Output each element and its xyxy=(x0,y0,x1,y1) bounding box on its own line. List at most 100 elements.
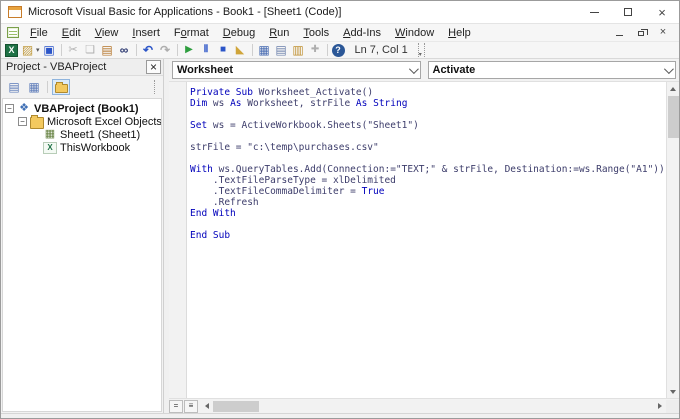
close-button[interactable]: × xyxy=(645,1,679,23)
run-sub-icon xyxy=(182,43,197,57)
project-panel-toolbar xyxy=(1,76,163,98)
toggle-folders-icon xyxy=(55,84,68,93)
vbe-app-icon xyxy=(8,6,22,18)
paste-button[interactable] xyxy=(99,42,116,58)
chevron-down-icon xyxy=(664,64,674,74)
code-keyword: With xyxy=(190,164,213,175)
menu-view[interactable]: View xyxy=(88,25,126,41)
horizontal-scrollbar[interactable] xyxy=(200,400,666,413)
insert-userform-icon xyxy=(20,43,35,57)
view-code-button[interactable] xyxy=(5,79,23,95)
procedure-dropdown-value: Activate xyxy=(433,64,476,76)
code-line xyxy=(190,131,664,142)
code-line xyxy=(190,153,664,164)
tree-item-sheet1-sheet1[interactable]: Sheet1 (Sheet1) xyxy=(5,128,159,141)
code-keyword: Sub xyxy=(236,87,253,98)
arrow-up-icon xyxy=(670,87,676,91)
object-dropdown[interactable]: Worksheet xyxy=(172,61,421,79)
tree-item-microsoft-excel-objects[interactable]: −Microsoft Excel Objects xyxy=(5,115,159,128)
code-line: Set ws = ActiveWorkbook.Sheets("Sheet1") xyxy=(190,120,664,131)
menu-tools[interactable]: Tools xyxy=(296,25,336,41)
reset-button[interactable] xyxy=(215,42,232,58)
code-keyword: Set xyxy=(190,120,207,131)
menu-bar: FileEditViewInsertFormatDebugRunToolsAdd… xyxy=(1,23,679,41)
menu-file[interactable]: File xyxy=(23,25,55,41)
undo-button[interactable] xyxy=(140,42,157,58)
tree-collapse-icon[interactable]: − xyxy=(5,104,14,113)
mdi-minimize-button[interactable] xyxy=(613,27,625,39)
mdi-window-controls: × xyxy=(613,27,679,39)
tree-collapse-icon[interactable]: − xyxy=(18,117,27,126)
properties-window-button[interactable] xyxy=(273,42,290,58)
mdi-close-button[interactable]: × xyxy=(657,27,669,39)
code-text: ws xyxy=(207,98,230,109)
horizontal-scroll-thumb[interactable] xyxy=(213,401,259,412)
tree-item-label: ThisWorkbook xyxy=(60,142,130,154)
code-keyword: String xyxy=(373,98,407,109)
toolbar-overflow-grip[interactable] xyxy=(418,43,425,57)
code-line: End Sub xyxy=(190,230,664,241)
find-button[interactable] xyxy=(116,42,133,58)
save-button[interactable] xyxy=(41,42,58,58)
project-panel-close-button[interactable]: × xyxy=(146,60,161,74)
help-icon xyxy=(332,44,345,57)
toggle-folders-button[interactable] xyxy=(52,79,70,95)
code-bottom-bar: =≡ xyxy=(169,398,679,413)
code-lines[interactable]: Private Sub Worksheet_Activate()Dim ws A… xyxy=(187,82,666,398)
mdi-restore-button[interactable] xyxy=(635,27,647,39)
worksheet-icon xyxy=(43,129,57,141)
code-text: .TextFileParseType = xlDelimited xyxy=(190,175,396,186)
code-keyword: True xyxy=(362,186,385,197)
menu-edit[interactable]: Edit xyxy=(55,25,88,41)
code-text: Worksheet, strFile xyxy=(242,98,356,109)
code-line xyxy=(190,109,664,120)
procedure-view-button[interactable]: = xyxy=(169,400,183,413)
tree-item-vbaproject-book1[interactable]: −VBAProject (Book1) xyxy=(5,102,159,115)
scroll-left-button[interactable] xyxy=(200,400,213,413)
code-line xyxy=(190,219,664,230)
break-button[interactable] xyxy=(198,42,215,58)
tree-item-label: Sheet1 (Sheet1) xyxy=(60,129,140,141)
toolbar-separator xyxy=(61,44,62,56)
title-bar: Microsoft Visual Basic for Applications … xyxy=(1,1,679,23)
code-text: Worksheet_Activate() xyxy=(253,87,373,98)
scroll-right-button[interactable] xyxy=(653,400,666,413)
project-explorer-button[interactable] xyxy=(256,42,273,58)
code-line: With ws.QueryTables.Add(Connection:="TEX… xyxy=(190,164,664,175)
menu-format[interactable]: Format xyxy=(167,25,216,41)
project-tree: −VBAProject (Book1)−Microsoft Excel Obje… xyxy=(2,98,162,412)
run-sub-button[interactable] xyxy=(181,42,198,58)
project-explorer-icon xyxy=(257,43,272,57)
scrollbar-corner xyxy=(666,400,679,413)
menu-debug[interactable]: Debug xyxy=(216,25,262,41)
code-line: .TextFileParseType = xlDelimited xyxy=(190,175,664,186)
full-module-view-button[interactable]: ≡ xyxy=(184,400,198,413)
copy-icon xyxy=(83,43,98,57)
view-microsoft-excel-icon xyxy=(5,44,18,57)
code-text: .TextFileCommaDelimiter = xyxy=(190,186,362,197)
vertical-scrollbar[interactable] xyxy=(666,82,679,398)
object-browser-button[interactable] xyxy=(290,42,307,58)
maximize-button[interactable] xyxy=(611,1,645,23)
code-margin-indicator-bar[interactable] xyxy=(169,82,187,398)
menu-window[interactable]: Window xyxy=(388,25,441,41)
view-microsoft-excel-button[interactable] xyxy=(4,42,19,58)
menu-addins[interactable]: Add-Ins xyxy=(336,25,388,41)
insert-userform-button[interactable]: ▾ xyxy=(19,42,41,58)
cursor-position-indicator: Ln 7, Col 1 xyxy=(355,44,408,56)
menu-insert[interactable]: Insert xyxy=(125,25,167,41)
panel-toolbar-grip xyxy=(154,80,159,94)
help-button[interactable] xyxy=(331,42,346,58)
menu-help[interactable]: Help xyxy=(441,25,478,41)
menu-run[interactable]: Run xyxy=(262,25,296,41)
code-text: ws.QueryTables.Add(Connection:="TEXT;" &… xyxy=(213,164,665,175)
tree-item-thisworkbook[interactable]: ThisWorkbook xyxy=(5,141,159,154)
minimize-button[interactable] xyxy=(577,1,611,23)
scroll-up-button[interactable] xyxy=(667,82,680,95)
view-object-button[interactable] xyxy=(25,79,43,95)
design-mode-button[interactable] xyxy=(232,42,249,58)
procedure-dropdown[interactable]: Activate xyxy=(428,61,677,79)
scroll-down-button[interactable] xyxy=(667,385,680,398)
code-keyword: Private xyxy=(190,87,230,98)
vertical-scroll-thumb[interactable] xyxy=(668,96,679,138)
